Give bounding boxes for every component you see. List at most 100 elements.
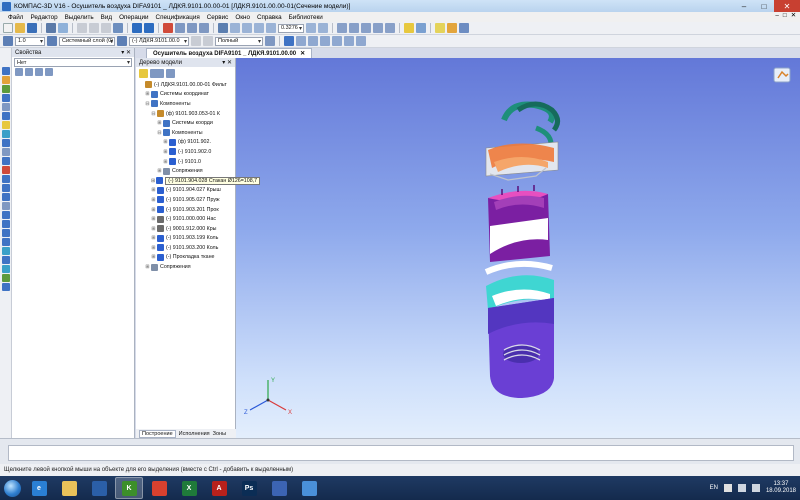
tree-row[interactable]: ⊞ (-) 9101.000.000 Нас (136, 214, 236, 224)
shaft-icon[interactable] (1, 184, 10, 192)
tab-zones[interactable]: Зоны (213, 431, 226, 437)
tree-row[interactable]: ⊞ (-) 9101.904.028 Стакан Ø126=108,7 (136, 176, 261, 186)
menu-window[interactable]: Окно (235, 14, 250, 21)
tab-document[interactable]: Осушитель воздуха DIFA9101 _ ЛДКЯ.9101.0… (146, 48, 313, 58)
line-style-icon[interactable] (3, 36, 13, 46)
taskbar-app-photoshop[interactable]: Ps (235, 477, 263, 499)
tree-expander-icon[interactable]: ⊞ (151, 207, 156, 213)
help-icon[interactable] (163, 23, 173, 33)
clock[interactable]: 13:37 18.09.2018 (766, 481, 796, 495)
measure-icon[interactable] (320, 36, 330, 46)
paste-icon[interactable] (101, 23, 111, 33)
layers-icon[interactable] (447, 23, 457, 33)
tree-row[interactable]: ⊞ Сопряжения (136, 262, 236, 272)
network-icon[interactable] (737, 484, 746, 492)
print-icon[interactable] (46, 23, 56, 33)
current-part-combo[interactable]: (-) ЛДКЯ.9101.00.0 (129, 36, 189, 46)
tree-select-icon[interactable] (139, 68, 148, 78)
tab-construction[interactable]: Построение (139, 429, 176, 438)
tree-expander-icon[interactable]: ⊞ (157, 168, 162, 174)
menu-edit[interactable]: Редактор (30, 14, 57, 21)
aux-geometry-icon[interactable] (1, 103, 10, 111)
mass-icon[interactable] (332, 36, 342, 46)
tree-expander-icon[interactable]: ⊞ (151, 187, 156, 193)
specification-icon[interactable] (1, 139, 10, 147)
doc-restore-button[interactable]: □ (783, 12, 787, 19)
menu-view[interactable]: Вид (101, 14, 112, 21)
shaded-edges-icon[interactable] (385, 23, 395, 33)
elements-icon[interactable] (1, 157, 10, 165)
tree-expander-icon[interactable]: ⊞ (151, 254, 156, 260)
volume-icon[interactable] (751, 484, 760, 492)
tree-expander-icon[interactable]: ⊞ (157, 120, 162, 126)
zoom-in-icon[interactable] (230, 23, 240, 33)
mates-icon[interactable] (1, 112, 10, 120)
library-icon[interactable] (187, 23, 197, 33)
cup-part[interactable] (488, 185, 550, 262)
hide-icon[interactable] (356, 36, 366, 46)
sketch-icon[interactable] (435, 23, 445, 33)
tree-row[interactable]: ⊞ (ф) 9101.902. (136, 138, 236, 148)
menu-specification[interactable]: Спецификация (156, 14, 200, 21)
copy-icon[interactable] (89, 23, 99, 33)
color-icon[interactable] (284, 36, 294, 46)
tree-row[interactable]: ⊟ (ф) 9101.903.053-01 К (136, 109, 236, 119)
orientation-cube-icon[interactable] (773, 67, 791, 83)
tree-filter-icon[interactable] (166, 68, 175, 78)
tree-expander-icon[interactable]: ⊞ (151, 226, 156, 232)
tree-row[interactable]: ⊞ (-) 9101.902.0 (136, 147, 236, 157)
zoom-all-icon[interactable] (266, 23, 276, 33)
properties-icon[interactable] (113, 23, 123, 33)
undo-icon[interactable] (132, 23, 142, 33)
filter-props-icon[interactable] (35, 68, 43, 76)
model-viewport[interactable]: Y X Z (236, 58, 800, 438)
tree-expander-icon[interactable]: ⊞ (145, 264, 150, 270)
minimize-button[interactable]: – (734, 0, 754, 12)
tree-expander-icon[interactable]: ⊟ (157, 130, 162, 136)
component-icon[interactable] (117, 36, 127, 46)
orientation-icon[interactable] (337, 23, 347, 33)
properties-object-combo[interactable]: Нет (14, 58, 132, 67)
tree-expander-icon[interactable]: ⊟ (151, 111, 156, 117)
menu-libraries[interactable]: Библиотеки (289, 14, 323, 21)
menu-file[interactable]: Файл (8, 14, 23, 21)
tree-pin-icon[interactable]: ▾ ✕ (222, 59, 232, 66)
tree-expander-icon[interactable]: ⊞ (151, 178, 155, 184)
taskbar-app-excel[interactable]: X (175, 477, 203, 499)
wireframe-icon[interactable] (349, 23, 359, 33)
edit-assembly-icon[interactable] (1, 67, 10, 75)
tree-row[interactable]: ⊞ (-) 9101.903.199 Коль (136, 234, 236, 244)
surfaces-icon[interactable] (1, 85, 10, 93)
section-tool-icon[interactable] (1, 220, 10, 228)
doc-minimize-button[interactable]: – (775, 12, 779, 19)
harness-icon[interactable] (1, 202, 10, 210)
analysis-icon[interactable] (1, 256, 10, 264)
tree-expander-icon[interactable]: ⊞ (163, 149, 168, 155)
tray-flag-icon[interactable] (723, 484, 732, 492)
tree-row[interactable]: ⊞ (-) 9101.904.027 Крыш (136, 186, 236, 196)
measure-tool-icon[interactable] (1, 121, 10, 129)
section-icon[interactable] (308, 36, 318, 46)
tree-expander-icon[interactable]: ⊞ (145, 91, 150, 97)
part-tool-2-icon[interactable] (203, 36, 213, 46)
arrays-icon[interactable] (1, 94, 10, 102)
taskbar-app-kompas[interactable]: K (115, 477, 143, 499)
settings-tool-icon[interactable] (1, 283, 10, 291)
tree-row[interactable]: ⊞ Системы координат (136, 90, 236, 100)
library-tool-icon[interactable] (1, 274, 10, 282)
category-icon[interactable] (25, 68, 33, 76)
tree-row[interactable]: ⊞ (-) 9101.903.200 Коль (136, 243, 236, 253)
tree-expander-icon[interactable]: ⊞ (163, 159, 168, 165)
tree-row[interactable]: ⊞ (-) 9101.903.201 Прок (136, 205, 236, 215)
layer-icon[interactable] (47, 36, 57, 46)
props-page-icon[interactable] (45, 68, 53, 76)
tree-expander-icon[interactable]: ⊞ (151, 235, 156, 241)
tree-row[interactable]: ⊞ (-) 9101.0 (136, 157, 236, 167)
zoom-out-icon[interactable] (242, 23, 252, 33)
simulation-icon[interactable] (1, 265, 10, 273)
start-button[interactable] (0, 476, 24, 500)
select-filter-icon[interactable] (404, 23, 414, 33)
cable-icon[interactable] (1, 211, 10, 219)
menu-service[interactable]: Сервис (207, 14, 229, 21)
spatial-curves-icon[interactable] (1, 76, 10, 84)
